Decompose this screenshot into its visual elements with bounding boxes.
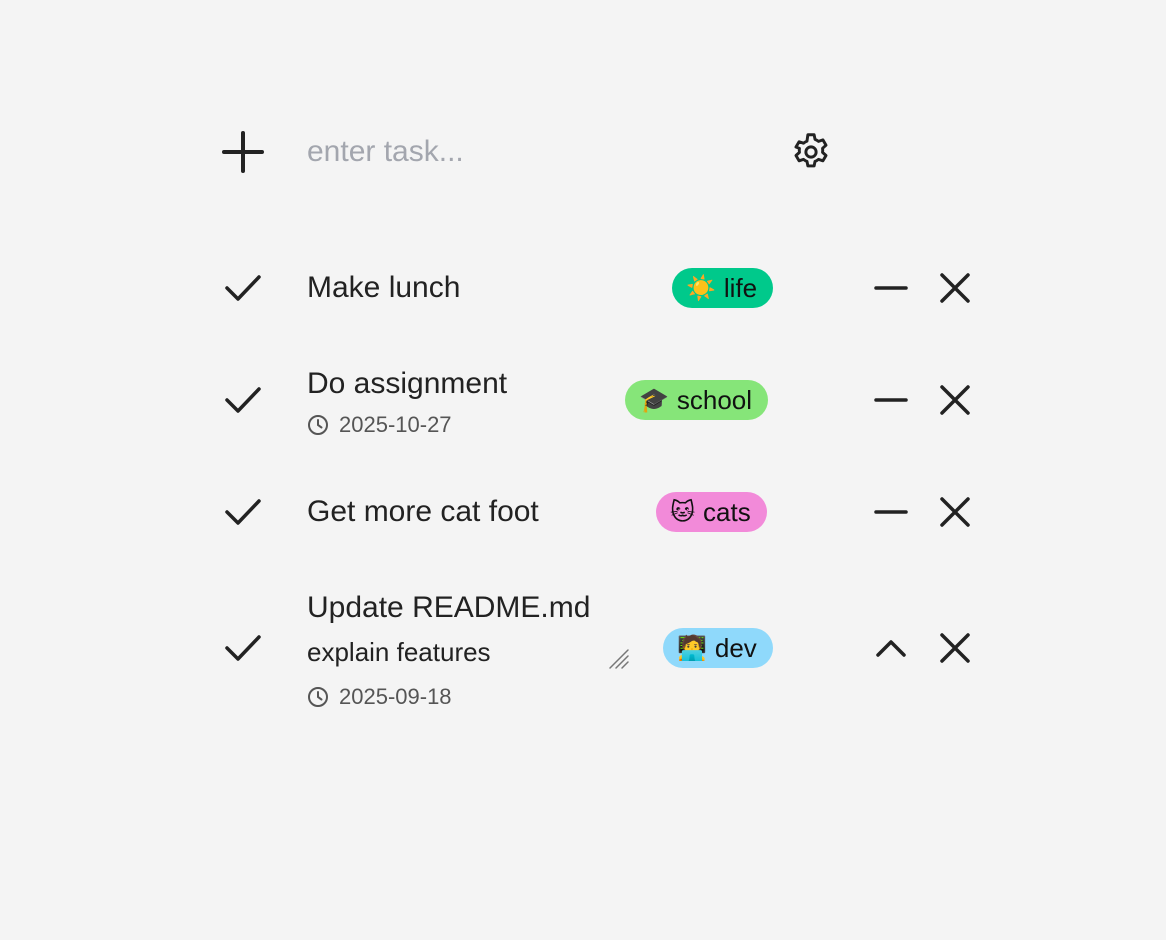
delete-task-button[interactable] — [933, 266, 977, 310]
complete-task-button[interactable] — [221, 626, 265, 670]
due-date: 2025-10-27 — [307, 412, 452, 438]
complete-task-button[interactable] — [221, 266, 265, 310]
tag-badge[interactable]: ☀️ life — [672, 268, 774, 308]
clock-icon — [307, 414, 329, 436]
delete-task-button[interactable] — [933, 378, 977, 422]
plus-icon — [222, 131, 264, 173]
due-date: 2025-09-18 — [307, 684, 452, 710]
minus-icon — [874, 398, 908, 402]
tag-label: dev — [714, 632, 757, 663]
delete-task-button[interactable] — [933, 490, 977, 534]
close-icon — [940, 633, 970, 663]
expand-task-button[interactable] — [869, 490, 913, 534]
resize-grip-icon — [609, 649, 629, 669]
expand-task-button[interactable] — [869, 378, 913, 422]
check-icon — [225, 499, 261, 525]
complete-task-button[interactable] — [221, 490, 265, 534]
tag-badge[interactable]: 🧑‍💻 dev — [663, 628, 773, 668]
tag-label: school — [676, 384, 753, 415]
tag-label: cats — [703, 496, 751, 527]
gear-icon — [794, 133, 828, 168]
todo-app: Make lunch ☀️ life Do assignment — [0, 0, 1166, 940]
close-icon — [940, 385, 970, 415]
minus-icon — [874, 510, 908, 514]
close-icon — [940, 497, 970, 527]
check-icon — [225, 387, 261, 413]
task-title[interactable]: Make lunch — [307, 271, 460, 305]
tag-label: life — [723, 272, 758, 303]
tag-emoji: 🧑‍💻 — [677, 634, 707, 662]
tag-badge[interactable]: 🎓 school — [625, 380, 769, 420]
due-date-text: 2025-09-18 — [339, 684, 452, 709]
expand-task-button[interactable] — [869, 266, 913, 310]
tag-emoji: 🎓 — [639, 386, 669, 414]
clock-icon — [307, 686, 329, 708]
minus-icon — [874, 286, 908, 290]
chevron-up-icon — [876, 640, 906, 657]
settings-button[interactable] — [787, 128, 835, 176]
tag-emoji: 🐱 — [670, 498, 696, 526]
resize-handle[interactable] — [608, 648, 630, 670]
tag-emoji: ☀️ — [686, 274, 716, 302]
close-icon — [940, 273, 970, 303]
task-title[interactable]: Do assignment — [307, 367, 507, 401]
collapse-task-button[interactable] — [869, 626, 913, 670]
add-task-button[interactable] — [219, 128, 267, 176]
check-icon — [225, 635, 261, 661]
task-title[interactable]: Get more cat foot — [307, 495, 539, 529]
task-input[interactable] — [307, 128, 747, 176]
due-date-text: 2025-10-27 — [339, 412, 452, 437]
delete-task-button[interactable] — [933, 626, 977, 670]
complete-task-button[interactable] — [221, 378, 265, 422]
task-title[interactable]: Update README.md — [307, 591, 590, 625]
tag-badge[interactable]: 🐱 cats — [656, 492, 767, 532]
task-note[interactable]: explain features — [307, 637, 491, 668]
check-icon — [225, 275, 261, 301]
